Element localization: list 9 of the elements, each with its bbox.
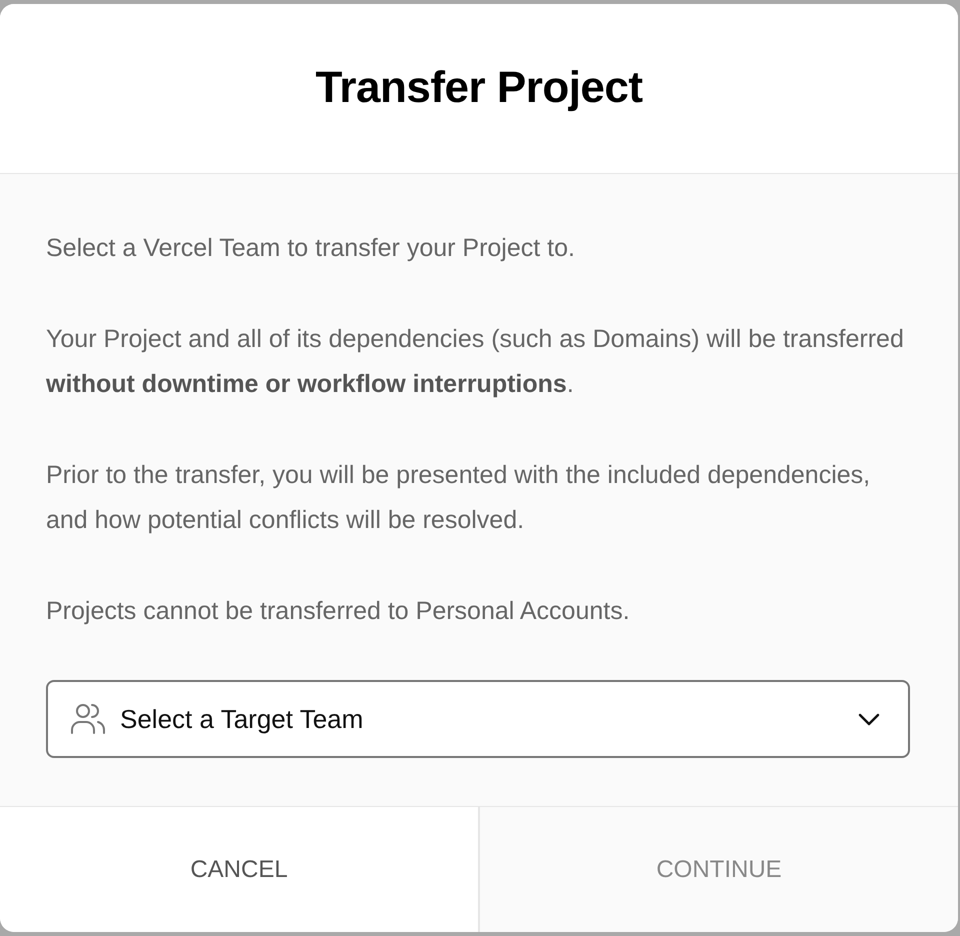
people-icon [70, 702, 106, 736]
team-select[interactable]: Select a Target Team [46, 680, 910, 758]
chevron-down-icon [858, 712, 880, 726]
dialog-title: Transfer Project [315, 62, 643, 114]
cancel-button[interactable]: CANCEL [0, 807, 478, 932]
paragraph: Prior to the transfer, you will be presented with the included dependencies, and how potential conflicts will be resolved. [46, 460, 872, 536]
paragraph: Your Project and all of its dependencies (such as Domains) will be transferred without downtime or workflow interruptions. [46, 324, 905, 400]
paragraph: Select a Vercel Team to transfer your Project to. [46, 233, 576, 264]
paragraph: Projects cannot be transferred to Personal Accounts. [46, 596, 631, 627]
